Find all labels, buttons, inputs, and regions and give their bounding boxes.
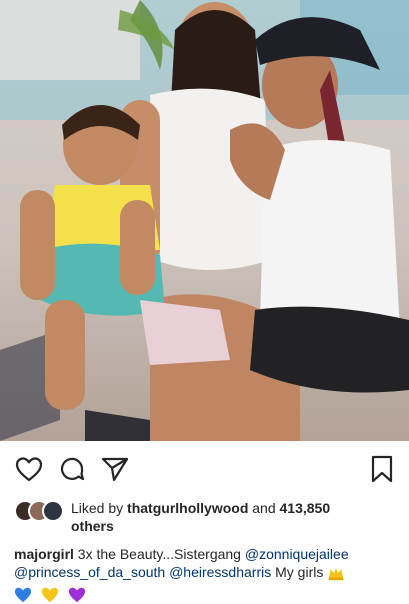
caption-username[interactable]: majorgirl <box>14 546 74 562</box>
yellow-heart-emoji <box>41 587 58 602</box>
likes-others[interactable]: others <box>71 518 114 534</box>
avatar <box>42 500 64 522</box>
crown-emoji <box>329 567 344 581</box>
caption-mention[interactable]: @zonniquejailee <box>245 546 349 562</box>
caption-text: 3x the Beauty...Sistergang <box>77 546 241 562</box>
comment-bubble-icon[interactable] <box>57 454 87 484</box>
caption-tail: My girls <box>275 564 324 580</box>
bookmark-icon[interactable] <box>367 454 397 484</box>
post-photo-illustration <box>0 0 409 441</box>
post-photo[interactable] <box>0 0 409 441</box>
likes-text: Liked by thatgurlhollywood and 413,850 o… <box>71 499 404 535</box>
blue-heart-emoji <box>14 587 32 602</box>
post-action-bar <box>0 441 409 497</box>
liker-avatars[interactable] <box>14 498 66 522</box>
liked-by-user[interactable]: thatgurlhollywood <box>127 500 248 516</box>
post-caption: majorgirl 3x the Beauty...Sistergang @zo… <box>14 545 404 604</box>
likes-summary: Liked by thatgurlhollywood and 413,850 o… <box>14 498 404 538</box>
liked-by-prefix: Liked by <box>71 500 124 516</box>
heart-outline-icon[interactable] <box>14 454 44 484</box>
liked-by-mid: and <box>252 500 276 516</box>
caption-mention[interactable]: @princess_of_da_south <box>14 564 165 580</box>
likes-count[interactable]: 413,850 <box>280 500 331 516</box>
purple-heart-emoji <box>68 587 85 602</box>
paper-plane-icon[interactable] <box>100 454 130 484</box>
caption-emojis <box>14 584 404 604</box>
caption-mention[interactable]: @heiressdharris <box>169 564 271 580</box>
